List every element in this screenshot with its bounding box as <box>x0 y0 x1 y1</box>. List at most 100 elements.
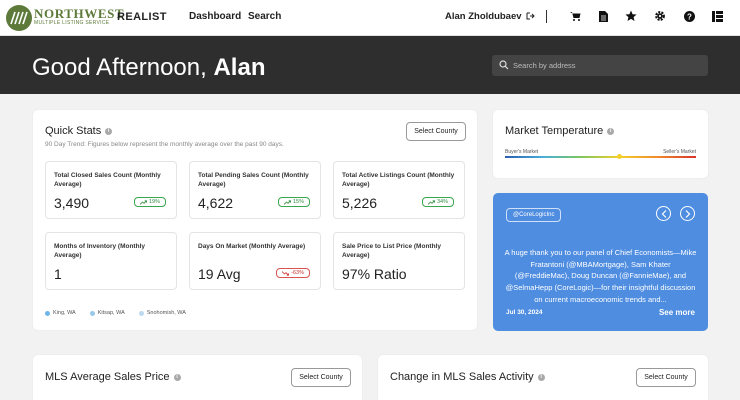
trend-down-icon <box>282 270 290 276</box>
svg-text:?: ? <box>687 12 692 21</box>
brand-name: NORTHWEST <box>34 6 125 21</box>
nwmls-logo-icon[interactable] <box>6 5 32 31</box>
trend-up-icon <box>283 199 291 205</box>
legend-label: King, WA <box>53 310 76 316</box>
info-icon[interactable]: i <box>537 373 545 381</box>
see-more-link[interactable]: See more <box>659 308 695 317</box>
market-temperature-heading: Market Temperature i <box>505 125 615 137</box>
stat-value: 5,226 <box>342 195 378 211</box>
nav-dashboard-link[interactable]: Dashboard <box>189 11 241 22</box>
nav-search-link[interactable]: Search <box>248 11 281 22</box>
sales-activity-card: Change in MLS Sales Activity i Select Co… <box>378 355 708 400</box>
stat-value: 1 <box>54 266 62 282</box>
address-search-box[interactable] <box>492 55 708 76</box>
buyers-market-label: Buyer's Market <box>505 149 539 155</box>
trend-badge-value: 34% <box>436 199 448 205</box>
info-icon[interactable]: i <box>173 373 181 381</box>
news-carousel-card: @CoreLogicInc A huge thank you to our pa… <box>493 193 708 331</box>
sales-activity-title: Change in MLS Sales Activity <box>390 371 534 383</box>
stat-card-sale-to-list-ratio[interactable]: Sale Price to List Price (Monthly Averag… <box>333 232 465 290</box>
quick-stats-title: Quick Stats <box>45 125 102 137</box>
help-icon[interactable]: ? <box>683 10 695 22</box>
avg-sales-price-select-county-button[interactable]: Select County <box>291 368 351 387</box>
greeting-heading: Good Afternoon, Alan <box>32 54 265 82</box>
stat-label: Total Closed Sales Count (Monthly Averag… <box>54 172 161 189</box>
stat-label: Months of Inventory (Monthly Average) <box>54 243 145 260</box>
trend-up-icon <box>139 199 147 205</box>
search-icon <box>499 60 509 70</box>
stat-label: Sale Price to List Price (Monthly Averag… <box>342 243 441 260</box>
quick-stats-heading: Quick Stats i <box>45 125 113 137</box>
stat-card-pending-sales[interactable]: Total Pending Sales Count (Monthly Avera… <box>189 161 321 219</box>
info-icon[interactable]: i <box>105 127 113 135</box>
trend-badge-value: 19% <box>148 199 160 205</box>
legend-item-snohomish[interactable]: Snohomish, WA <box>138 310 186 316</box>
legend-dot <box>138 310 144 316</box>
market-temperature-title: Market Temperature <box>505 125 604 137</box>
logout-icon[interactable] <box>526 12 535 20</box>
sales-activity-heading: Change in MLS Sales Activity i <box>390 371 545 383</box>
info-icon[interactable]: i <box>607 127 615 135</box>
document-icon[interactable] <box>597 10 609 22</box>
sellers-market-label: Seller's Market <box>663 149 696 155</box>
product-name: REALIST <box>117 11 167 23</box>
quick-stats-card: Quick Stats i Select County 90 Day Trend… <box>33 110 477 330</box>
stat-label: Total Pending Sales Count (Monthly Avera… <box>198 172 309 189</box>
quick-stats-select-county-button[interactable]: Select County <box>406 122 466 141</box>
user-name: Alan Zholdubaev <box>445 11 522 22</box>
market-temperature-indicator <box>617 154 623 159</box>
trend-badge: 15% <box>277 197 310 207</box>
news-text: A huge thank you to our panel of Chief E… <box>504 248 697 304</box>
stat-label: Total Active Listings Count (Monthly Ave… <box>342 172 455 189</box>
trend-badge-value: -63% <box>291 270 304 276</box>
stat-card-months-inventory[interactable]: Months of Inventory (Monthly Average) 1 <box>45 232 177 290</box>
market-scale-labels: Buyer's Market Seller's Market <box>505 149 696 155</box>
greeting-banner: Good Afternoon, Alan <box>0 36 740 94</box>
county-legend: King, WA Kitsap, WA Snohomish, WA <box>45 310 186 316</box>
carousel-next-button[interactable] <box>680 206 695 221</box>
trend-badge: 34% <box>421 197 454 207</box>
brand-logo[interactable]: NORTHWEST MULTIPLE LISTING SERVICE <box>34 7 124 26</box>
legend-dot <box>45 310 50 316</box>
avg-sales-price-title: MLS Average Sales Price <box>45 371 170 383</box>
stat-card-days-on-market[interactable]: Days On Market (Monthly Average) 19 Avg … <box>189 232 321 290</box>
legend-item-kitsap[interactable]: Kitsap, WA <box>89 310 125 316</box>
trend-badge: 19% <box>133 197 166 207</box>
news-date: Jul 30, 2024 <box>506 309 543 316</box>
chevron-left-icon <box>661 209 666 218</box>
trend-up-icon <box>427 199 435 205</box>
legend-label: Kitsap, WA <box>97 310 125 316</box>
market-temperature-gauge <box>505 154 696 159</box>
source-tag[interactable]: @CoreLogicInc <box>506 208 562 222</box>
user-menu[interactable]: Alan Zholdubaev <box>445 11 535 22</box>
gear-icon[interactable] <box>654 10 666 22</box>
top-navbar: NORTHWEST MULTIPLE LISTING SERVICE REALI… <box>0 0 740 36</box>
legend-dot <box>89 310 95 316</box>
address-search-input[interactable] <box>513 58 699 73</box>
stat-value: 4,622 <box>198 195 234 211</box>
legend-item-king[interactable]: King, WA <box>45 310 76 316</box>
market-temperature-card: Market Temperature i Buyer's Market Sell… <box>493 110 708 178</box>
sales-activity-select-county-button[interactable]: Select County <box>636 368 696 387</box>
stat-value: 3,490 <box>54 195 90 211</box>
legend-label: Snohomish, WA <box>146 310 186 316</box>
chevron-right-icon <box>685 209 690 218</box>
carousel-prev-button[interactable] <box>656 206 671 221</box>
trend-badge-value: 15% <box>292 199 304 205</box>
stat-value: 19 Avg <box>198 266 241 282</box>
greeting-text: Good Afternoon, <box>32 54 207 81</box>
stat-label: Days On Market (Monthly Average) <box>198 243 306 250</box>
star-icon[interactable] <box>625 10 637 22</box>
nav-divider <box>546 10 547 23</box>
stat-card-closed-sales[interactable]: Total Closed Sales Count (Monthly Averag… <box>45 161 177 219</box>
brand-sub: MULTIPLE LISTING SERVICE <box>34 20 110 26</box>
avg-sales-price-heading: MLS Average Sales Price i <box>45 371 181 383</box>
cart-icon[interactable] <box>569 10 581 22</box>
stat-card-active-listings[interactable]: Total Active Listings Count (Monthly Ave… <box>333 161 465 219</box>
quick-stats-subtitle: 90 Day Trend: Figures below represent th… <box>45 141 284 148</box>
avg-sales-price-card: MLS Average Sales Price i Select County <box>33 355 362 400</box>
stat-value: 97% Ratio <box>342 266 407 282</box>
dashboard-layout-icon[interactable] <box>711 10 723 22</box>
trend-badge: -63% <box>276 268 310 278</box>
greeting-user-name: Alan <box>213 54 266 81</box>
